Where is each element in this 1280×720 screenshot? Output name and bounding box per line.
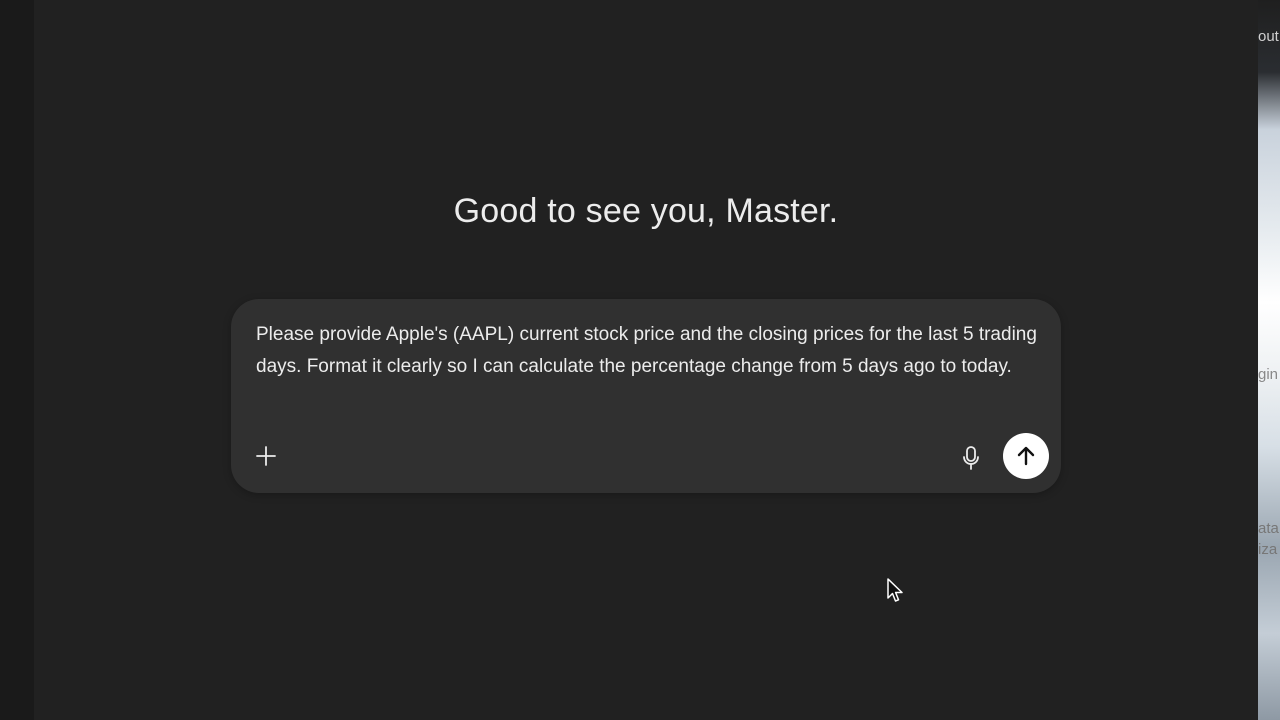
plus-icon [256, 446, 276, 466]
prompt-input[interactable]: Please provide Apple's (AAPL) current st… [256, 319, 1046, 382]
prompt-composer[interactable]: Please provide Apple's (AAPL) current st… [231, 299, 1061, 493]
dictate-button[interactable] [954, 441, 988, 475]
chat-main: Good to see you, Master. Please provide … [34, 0, 1258, 720]
greeting-heading: Good to see you, Master. [453, 192, 839, 230]
sidebar-strip [0, 0, 34, 720]
arrow-up-icon [1017, 446, 1035, 466]
background-text-fragment: out [1258, 28, 1279, 45]
background-text-fragment: gin [1258, 366, 1279, 383]
background-window-edge[interactable]: out gin ata iza [1258, 0, 1280, 720]
mouse-pointer-icon [887, 578, 903, 602]
send-button[interactable] [1003, 433, 1049, 479]
background-text-fragment: iza [1258, 541, 1278, 558]
add-attachment-button[interactable] [251, 441, 281, 471]
microphone-icon [963, 446, 979, 470]
background-text-fragment: ata [1258, 520, 1279, 537]
